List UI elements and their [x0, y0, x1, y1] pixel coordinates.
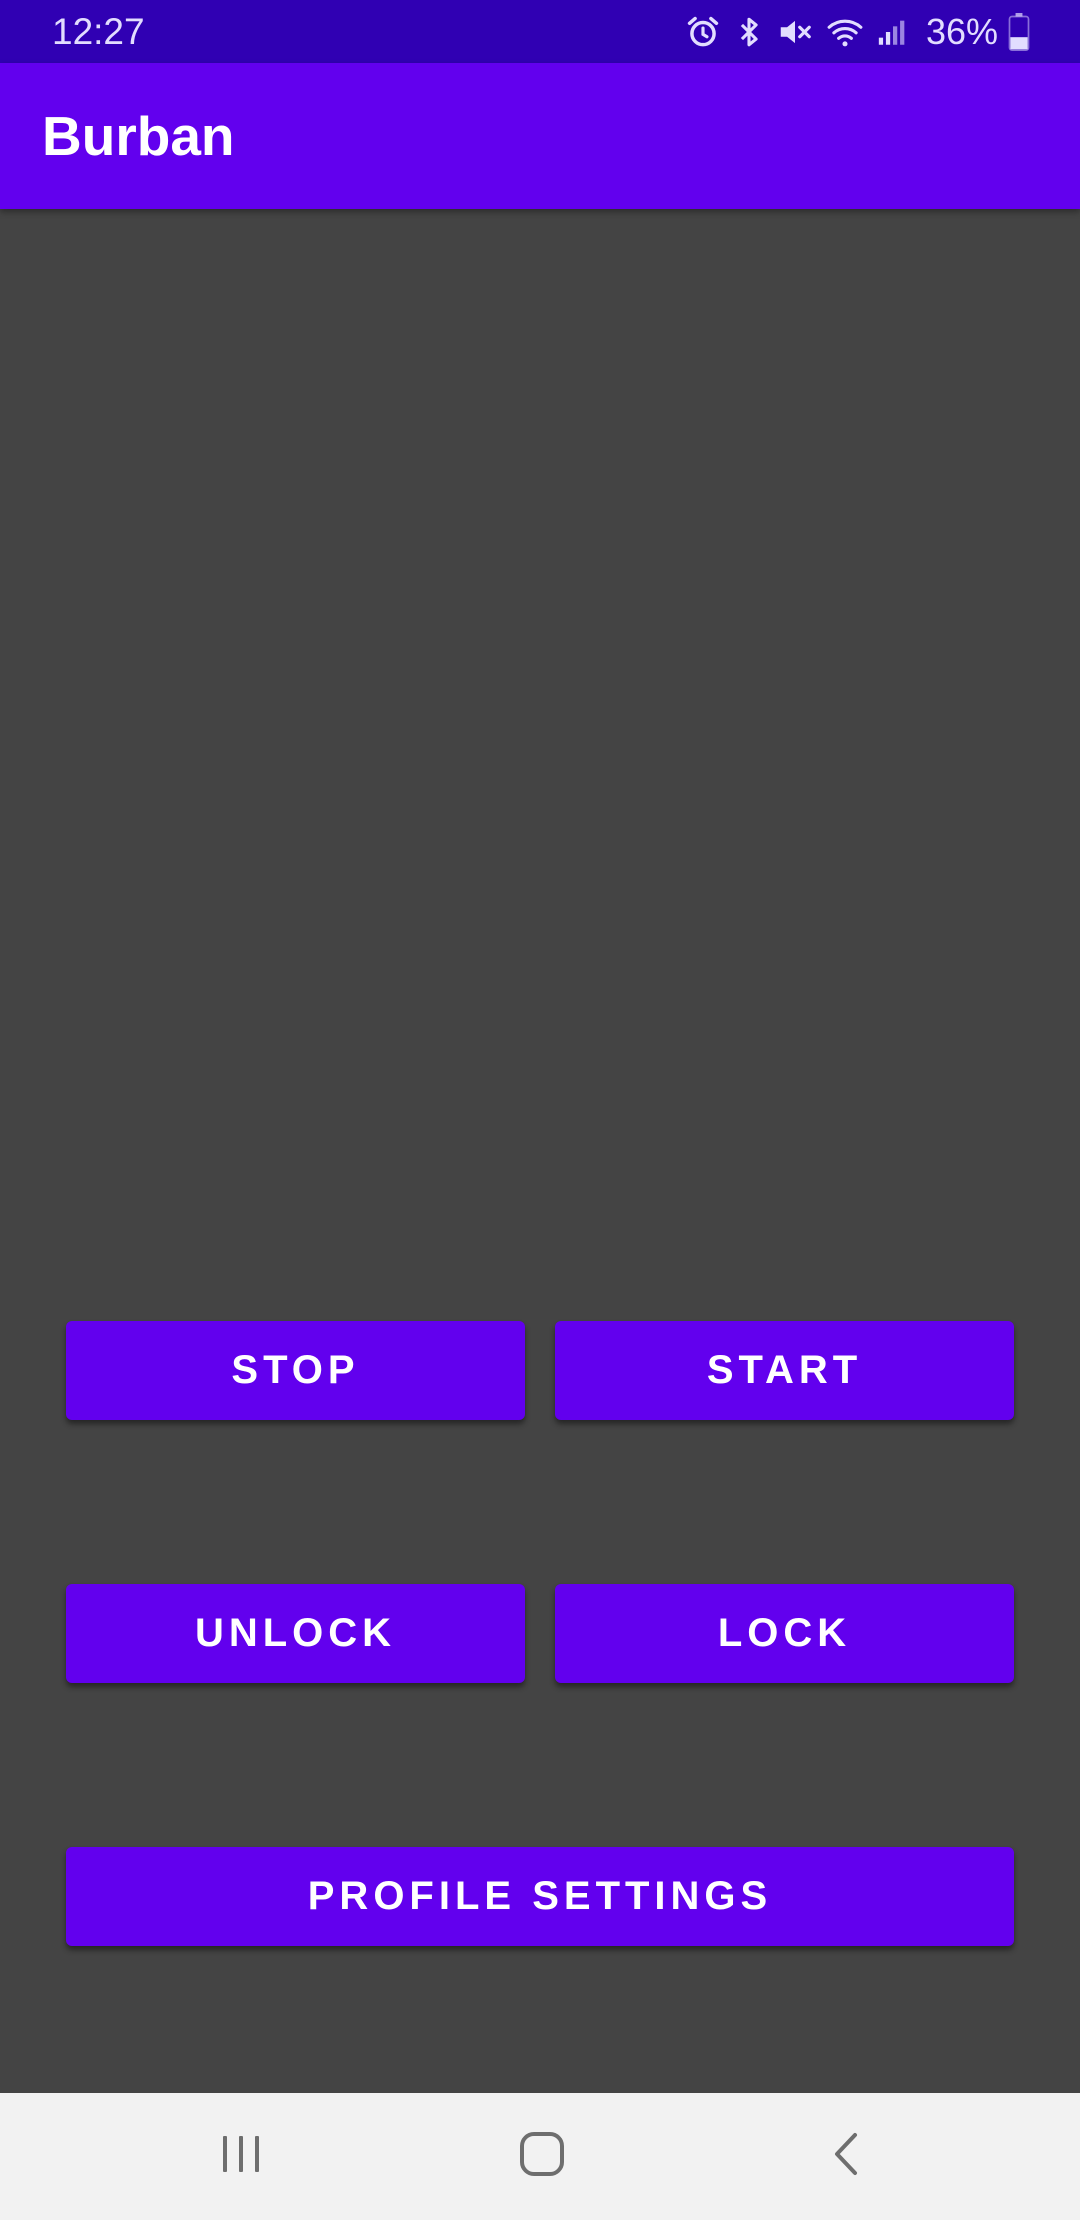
lock-button[interactable]: LOCK	[555, 1584, 1014, 1683]
alarm-icon	[684, 13, 722, 51]
status-bar: 12:27 36%	[0, 0, 1080, 63]
signal-icon	[876, 13, 910, 51]
profile-settings-button[interactable]: PROFILE SETTINGS	[66, 1847, 1014, 1946]
mute-icon	[776, 13, 814, 51]
app-screen: 12:27 36% Burban STOP START UNLOCK LOCK …	[0, 0, 1080, 2220]
battery-icon	[1008, 13, 1030, 51]
home-button[interactable]	[462, 2093, 622, 2220]
stop-button[interactable]: STOP	[66, 1321, 525, 1420]
status-icons: 36%	[684, 10, 1030, 54]
home-icon	[519, 2131, 565, 2182]
battery-percent: 36%	[925, 11, 998, 52]
start-button[interactable]: START	[555, 1321, 1014, 1420]
status-time: 12:27	[52, 11, 145, 52]
back-icon	[831, 2131, 861, 2182]
unlock-button[interactable]: UNLOCK	[66, 1584, 525, 1683]
app-bar: Burban	[0, 63, 1080, 209]
back-button[interactable]	[766, 2093, 926, 2220]
recents-icon	[219, 2134, 263, 2179]
recents-button[interactable]	[161, 2093, 321, 2220]
bluetooth-icon	[732, 13, 766, 51]
app-title: Burban	[42, 105, 235, 167]
navigation-bar	[0, 2093, 1080, 2220]
wifi-icon	[824, 13, 866, 51]
